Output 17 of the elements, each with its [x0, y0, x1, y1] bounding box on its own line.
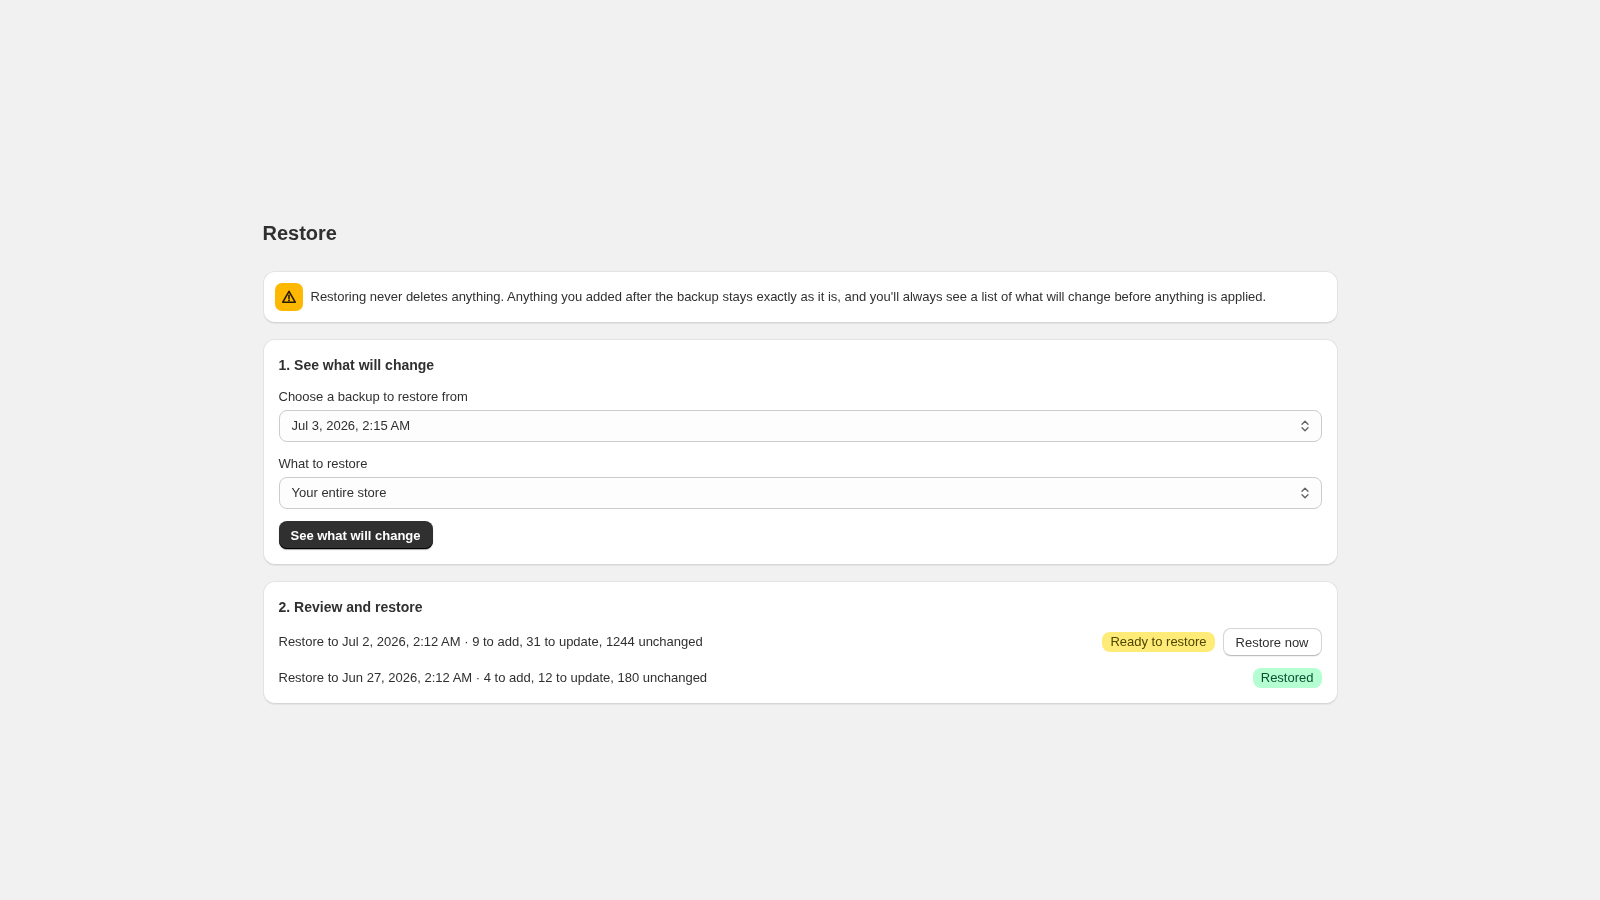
select-field[interactable]: Your entire store [278, 477, 1322, 509]
restore-summary: Restore to Jun 27, 2026, 2:12 AM · 4 to add, 12 to update, 180 unchanged [278, 669, 709, 687]
status-badge: Ready to restore [1102, 632, 1215, 652]
card-heading: 2. Review and restore [278, 598, 424, 617]
notice-text: Restoring never deletes anything. Anything you added after the backup stays exactly as it is, and you'll always see a list of what will change before anything is applied. [310, 288, 1267, 306]
chevron-up-down-icon [1300, 487, 1309, 499]
status-badge: Restored [1252, 668, 1322, 688]
page-title: Restore [262, 221, 338, 245]
select-field[interactable]: Jul 3, 2026, 2:15 AM [278, 410, 1322, 442]
see-changes-button[interactable]: See what will change [278, 521, 433, 549]
restore-summary: Restore to Jul 2, 2026, 2:12 AM · 9 to add, 31 to update, 1244 unchanged [278, 633, 704, 651]
chevron-up-down-icon [1300, 420, 1309, 432]
card-heading: 1. See what will change [278, 356, 436, 375]
field-label: What to restore [278, 456, 369, 472]
restore-now-button[interactable]: Restore now [1222, 628, 1322, 656]
field-label: Choose a backup to restore from [278, 389, 469, 405]
warning-icon [274, 283, 303, 311]
